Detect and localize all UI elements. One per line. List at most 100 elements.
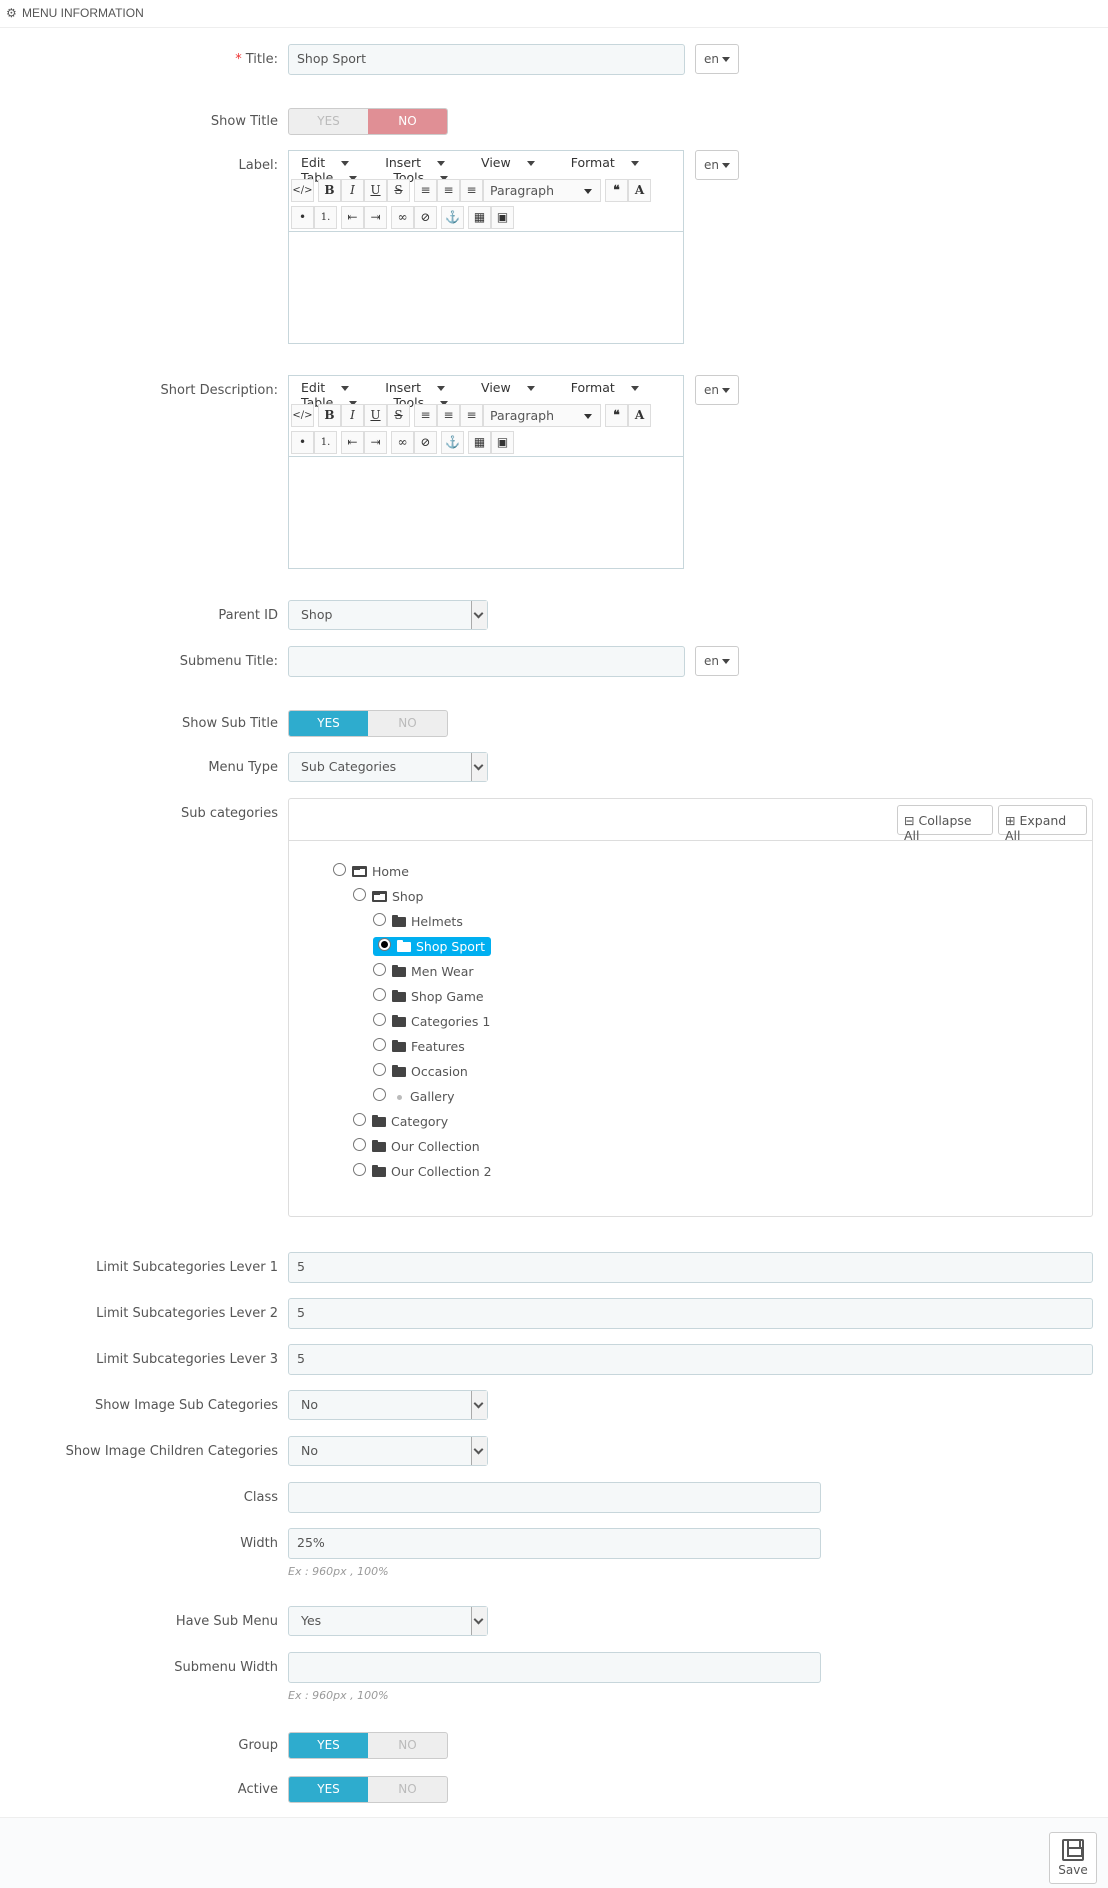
tree-node-occasion[interactable]: Occasion bbox=[373, 1062, 468, 1082]
menu-view[interactable]: View bbox=[477, 155, 547, 170]
label-lang-dropdown[interactable]: en bbox=[695, 150, 739, 180]
menu-view[interactable]: View bbox=[477, 380, 547, 395]
align-left-icon[interactable]: ≡ bbox=[414, 179, 437, 202]
radio-button[interactable] bbox=[353, 888, 366, 901]
radio-button[interactable] bbox=[333, 863, 346, 876]
collapse-all-button[interactable]: ⊟ Collapse All bbox=[897, 805, 993, 843]
align-center-icon[interactable]: ≡ bbox=[437, 179, 460, 202]
menu-edit[interactable]: Edit bbox=[297, 380, 361, 395]
radio-button[interactable] bbox=[353, 1163, 366, 1176]
numbered-list-icon[interactable]: 1. bbox=[314, 431, 337, 454]
show-sub-title-yes[interactable]: YES bbox=[289, 711, 368, 736]
link-icon[interactable]: ∞ bbox=[391, 206, 414, 229]
bold-icon[interactable]: B bbox=[318, 179, 341, 202]
block-format-dropdown[interactable]: Paragraph bbox=[483, 179, 601, 202]
submenu-title-lang-dropdown[interactable]: en bbox=[695, 646, 739, 676]
limit-level-2-input[interactable]: 5 bbox=[288, 1298, 1093, 1329]
text-color-icon[interactable]: A bbox=[628, 179, 651, 202]
align-left-icon[interactable]: ≡ bbox=[414, 404, 437, 427]
have-sub-menu-select[interactable]: Yes bbox=[288, 1606, 488, 1636]
radio-button[interactable] bbox=[373, 1088, 386, 1101]
class-input[interactable] bbox=[288, 1482, 821, 1513]
text-color-icon[interactable]: A bbox=[628, 404, 651, 427]
radio-button[interactable] bbox=[373, 1063, 386, 1076]
tree-node-features[interactable]: Features bbox=[373, 1037, 465, 1057]
tree-node-our-collection-2[interactable]: Our Collection 2 bbox=[353, 1162, 492, 1182]
show-image-children-select[interactable]: No bbox=[288, 1436, 488, 1466]
bullet-list-icon[interactable]: • bbox=[291, 431, 314, 454]
align-right-icon[interactable]: ≡ bbox=[460, 404, 483, 427]
radio-button[interactable] bbox=[373, 988, 386, 1001]
menu-insert[interactable]: Insert bbox=[381, 155, 457, 170]
show-image-sub-select[interactable]: No bbox=[288, 1390, 488, 1420]
anchor-icon[interactable]: ⚓ bbox=[441, 431, 464, 454]
italic-icon[interactable]: I bbox=[341, 179, 364, 202]
title-input[interactable]: Shop Sport bbox=[288, 44, 685, 75]
show-title-yes[interactable]: YES bbox=[289, 109, 368, 134]
active-no[interactable]: NO bbox=[368, 1777, 447, 1802]
tree-node-category[interactable]: Category bbox=[353, 1112, 448, 1132]
active-switch[interactable]: YES NO bbox=[288, 1776, 448, 1803]
tree-node-home[interactable]: Home bbox=[333, 862, 409, 882]
blockquote-icon[interactable]: ❝ bbox=[605, 404, 628, 427]
limit-level-3-input[interactable]: 5 bbox=[288, 1344, 1093, 1375]
menu-format[interactable]: Format bbox=[567, 155, 651, 170]
show-sub-title-switch[interactable]: YES NO bbox=[288, 710, 448, 737]
tree-node-helmets[interactable]: Helmets bbox=[373, 912, 463, 932]
link-icon[interactable]: ∞ bbox=[391, 431, 414, 454]
outdent-icon[interactable]: ⇤ bbox=[341, 206, 364, 229]
radio-button-selected[interactable] bbox=[378, 938, 391, 951]
indent-icon[interactable]: ⇥ bbox=[364, 431, 387, 454]
align-center-icon[interactable]: ≡ bbox=[437, 404, 460, 427]
underline-icon[interactable]: U bbox=[364, 404, 387, 427]
tree-node-shop-game[interactable]: Shop Game bbox=[373, 987, 484, 1007]
group-switch[interactable]: YES NO bbox=[288, 1732, 448, 1759]
submenu-title-input[interactable] bbox=[288, 646, 685, 677]
italic-icon[interactable]: I bbox=[341, 404, 364, 427]
tree-node-shop[interactable]: Shop bbox=[353, 887, 423, 907]
tree-node-men-wear[interactable]: Men Wear bbox=[373, 962, 474, 982]
menu-type-select[interactable]: Sub Categories bbox=[288, 752, 488, 782]
blockquote-icon[interactable]: ❝ bbox=[605, 179, 628, 202]
radio-button[interactable] bbox=[353, 1113, 366, 1126]
radio-button[interactable] bbox=[373, 1013, 386, 1026]
label-editor[interactable]: Edit Insert View Format Table Tools </> … bbox=[288, 150, 684, 344]
numbered-list-icon[interactable]: 1. bbox=[314, 206, 337, 229]
unlink-icon[interactable]: ⊘ bbox=[414, 431, 437, 454]
source-code-icon[interactable]: </> bbox=[291, 179, 314, 202]
show-title-no[interactable]: NO bbox=[368, 109, 447, 134]
media-icon[interactable]: ▦ bbox=[468, 431, 491, 454]
radio-button[interactable] bbox=[373, 1038, 386, 1051]
underline-icon[interactable]: U bbox=[364, 179, 387, 202]
limit-level-1-input[interactable]: 5 bbox=[288, 1252, 1093, 1283]
menu-format[interactable]: Format bbox=[567, 380, 651, 395]
group-yes[interactable]: YES bbox=[289, 1733, 368, 1758]
group-no[interactable]: NO bbox=[368, 1733, 447, 1758]
label-editor-content[interactable] bbox=[289, 231, 683, 341]
image-icon[interactable]: ▣ bbox=[491, 431, 514, 454]
strikethrough-icon[interactable]: S bbox=[387, 404, 410, 427]
strikethrough-icon[interactable]: S bbox=[387, 179, 410, 202]
outdent-icon[interactable]: ⇤ bbox=[341, 431, 364, 454]
bullet-list-icon[interactable]: • bbox=[291, 206, 314, 229]
bold-icon[interactable]: B bbox=[318, 404, 341, 427]
align-right-icon[interactable]: ≡ bbox=[460, 179, 483, 202]
tree-node-our-collection[interactable]: Our Collection bbox=[353, 1137, 480, 1157]
block-format-dropdown[interactable]: Paragraph bbox=[483, 404, 601, 427]
tree-node-gallery[interactable]: Gallery bbox=[373, 1087, 455, 1107]
media-icon[interactable]: ▦ bbox=[468, 206, 491, 229]
short-description-editor[interactable]: Edit Insert View Format Table Tools </> … bbox=[288, 375, 684, 569]
anchor-icon[interactable]: ⚓ bbox=[441, 206, 464, 229]
short-description-editor-content[interactable] bbox=[289, 456, 683, 566]
indent-icon[interactable]: ⇥ bbox=[364, 206, 387, 229]
width-input[interactable]: 25% bbox=[288, 1528, 821, 1559]
menu-insert[interactable]: Insert bbox=[381, 380, 457, 395]
parent-id-select[interactable]: Shop bbox=[288, 600, 488, 630]
show-sub-title-no[interactable]: NO bbox=[368, 711, 447, 736]
expand-all-button[interactable]: ⊞ Expand All bbox=[998, 805, 1087, 843]
save-button[interactable]: Save bbox=[1049, 1832, 1097, 1884]
tree-node-shop-sport[interactable]: Shop Sport bbox=[373, 937, 491, 957]
source-code-icon[interactable]: </> bbox=[291, 404, 314, 427]
show-title-switch[interactable]: YES NO bbox=[288, 108, 448, 135]
image-icon[interactable]: ▣ bbox=[491, 206, 514, 229]
